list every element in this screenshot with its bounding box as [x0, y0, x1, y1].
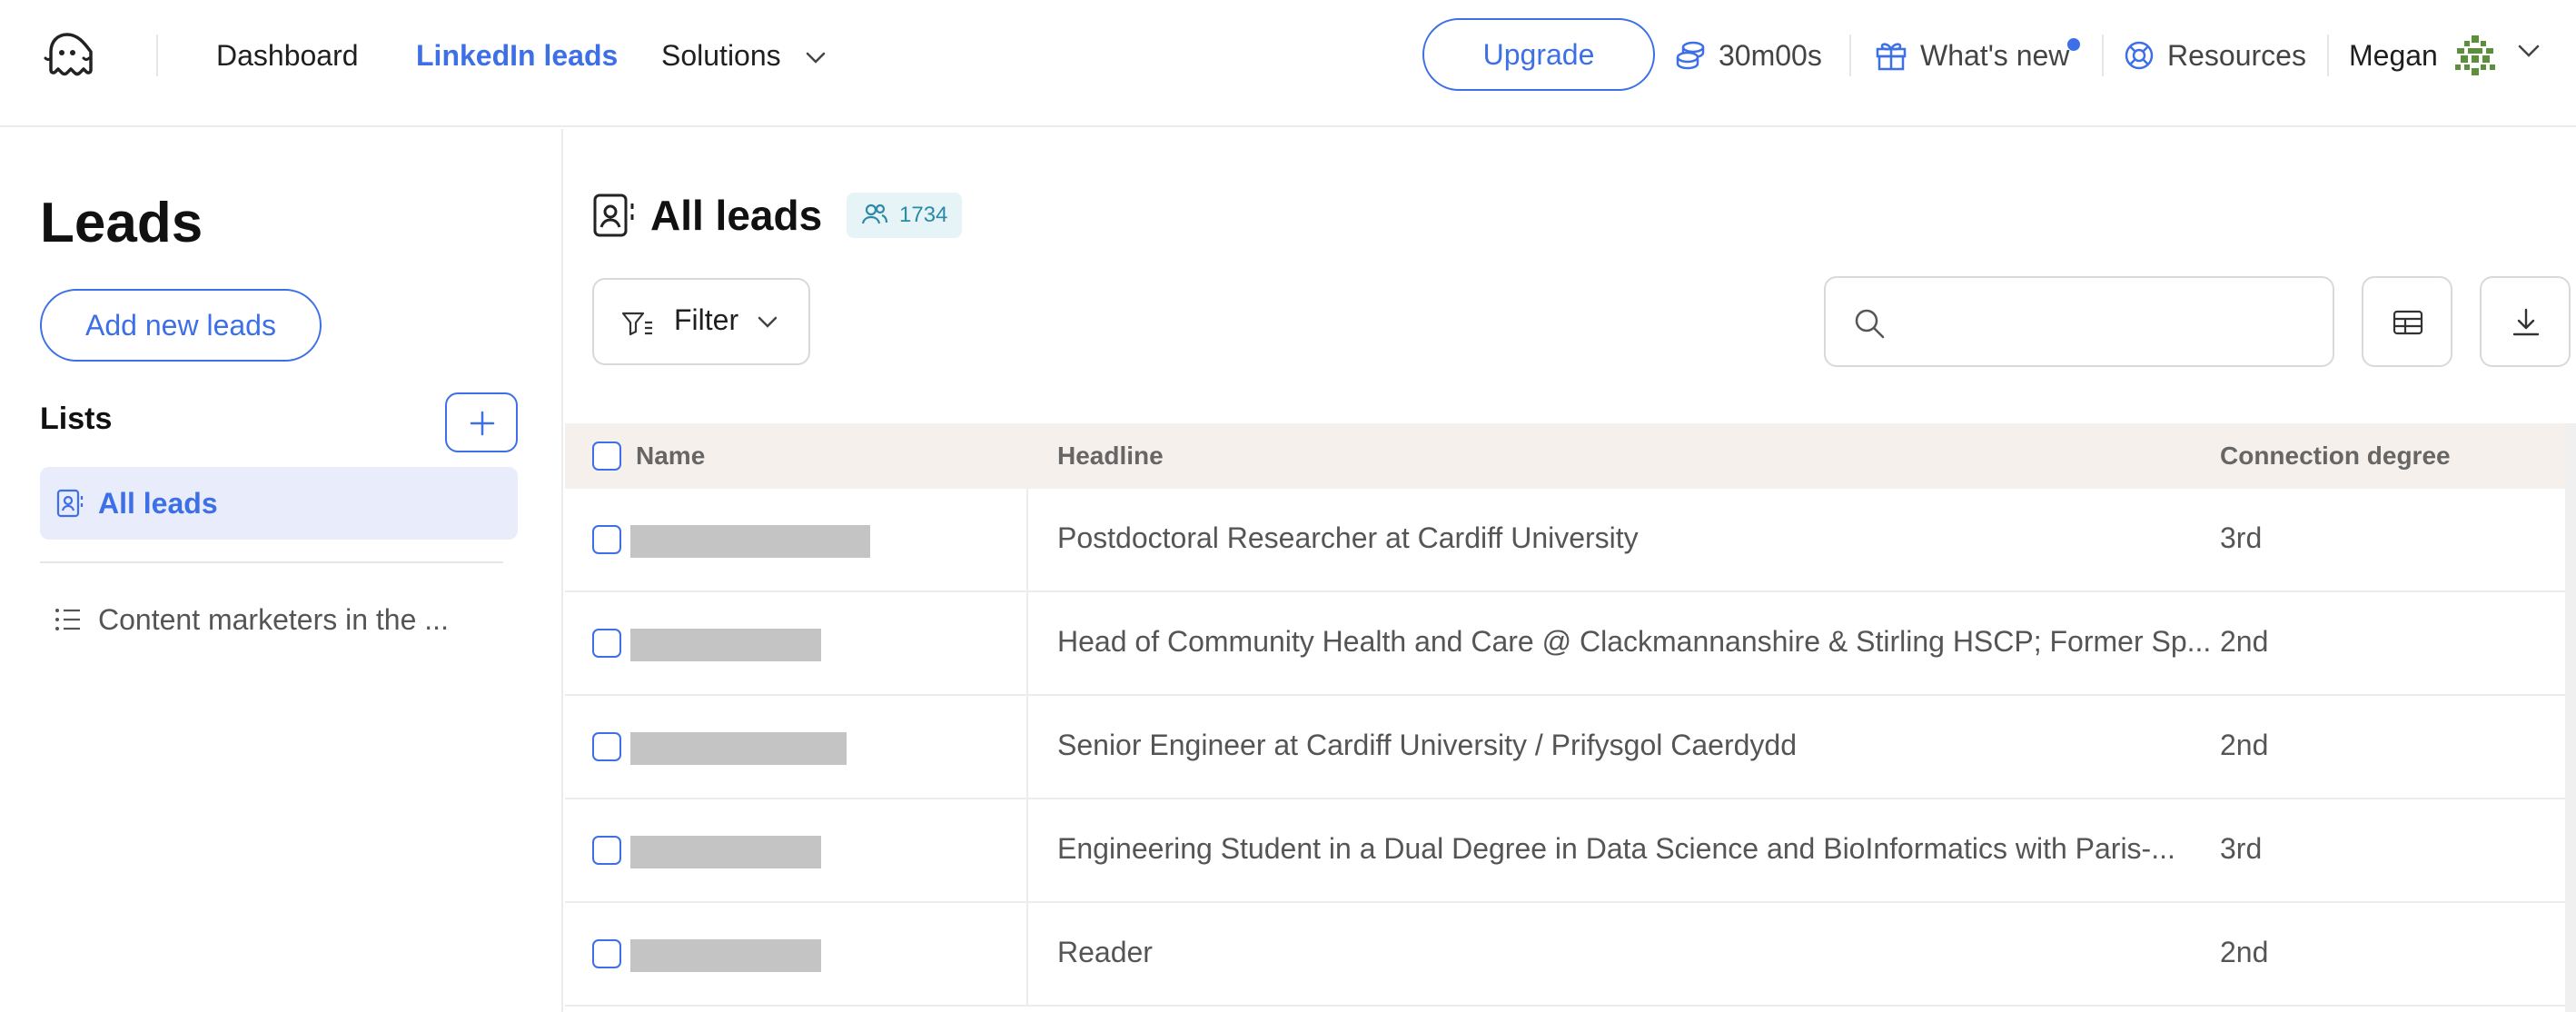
- gift-icon: [1876, 42, 1907, 70]
- sidebar-item-label: Content marketers in the ...: [98, 603, 449, 636]
- avatar[interactable]: [2452, 33, 2498, 78]
- table-icon: [2393, 310, 2423, 335]
- leads-sidebar: Leads Add new leads Lists All leads Cont…: [0, 129, 563, 1012]
- row-checkbox[interactable]: [592, 836, 621, 865]
- connection-degree-cell: 2nd: [2220, 936, 2269, 968]
- table-row[interactable]: Head of Community Health and Care @ Clac…: [565, 592, 2576, 696]
- whats-new-link[interactable]: What's new: [1875, 35, 2069, 76]
- name-cell: [565, 799, 1028, 903]
- redacted-name: [630, 525, 870, 558]
- row-checkbox[interactable]: [592, 629, 621, 658]
- whats-new-label: What's new: [1920, 39, 2070, 72]
- redacted-name: [630, 629, 821, 661]
- row-checkbox[interactable]: [592, 732, 621, 761]
- connection-degree-cell: 2nd: [2220, 625, 2269, 658]
- headline-cell: Postdoctoral Researcher at Cardiff Unive…: [1057, 521, 1639, 554]
- table-row[interactable]: Postdoctoral Researcher at Cardiff Unive…: [565, 489, 2576, 592]
- contact-card-icon: [593, 193, 634, 237]
- coins-icon: [1676, 41, 1705, 69]
- main-content: All leads 1734 Filter Name Headline Conn…: [565, 129, 2576, 1012]
- leads-count: 1734: [899, 203, 948, 227]
- user-menu[interactable]: Megan: [2349, 35, 2438, 76]
- search-input[interactable]: [1898, 296, 2316, 351]
- column-header-connection-degree[interactable]: Connection degree: [2220, 442, 2451, 471]
- add-list-button[interactable]: [445, 392, 518, 452]
- users-icon: [861, 203, 888, 223]
- table-columns-button[interactable]: [2362, 276, 2452, 367]
- connection-degree-cell: 3rd: [2220, 521, 2263, 554]
- divider: [40, 561, 503, 563]
- leads-count-badge: 1734: [847, 193, 963, 238]
- sidebar-title: Leads: [40, 192, 203, 254]
- list-icon: [55, 609, 80, 630]
- add-new-leads-button[interactable]: Add new leads: [40, 289, 322, 362]
- chevron-down-icon[interactable]: [2518, 44, 2540, 58]
- headline-cell: Head of Community Health and Care @ Clac…: [1057, 625, 2212, 658]
- headline-cell: Senior Engineer at Cardiff University / …: [1057, 729, 1797, 761]
- nav-divider: [1849, 35, 1851, 76]
- name-cell: [565, 489, 1028, 592]
- table-scrollbar[interactable]: [2565, 423, 2576, 1012]
- nav-solutions-label: Solutions: [661, 39, 781, 72]
- column-header-name[interactable]: Name: [636, 442, 705, 471]
- redacted-name: [630, 732, 847, 765]
- select-all-checkbox[interactable]: [592, 442, 621, 471]
- redacted-name: [630, 939, 821, 972]
- nav-divider: [156, 35, 158, 76]
- search-icon: [1855, 309, 1885, 339]
- search-field[interactable]: [1824, 276, 2334, 367]
- download-icon: [2512, 308, 2540, 336]
- filter-dropdown[interactable]: Filter: [592, 278, 810, 365]
- lists-heading: Lists: [40, 402, 113, 436]
- name-cell: [565, 696, 1028, 799]
- top-navigation: Dashboard LinkedIn leads Solutions Upgra…: [0, 0, 2576, 127]
- upgrade-button[interactable]: Upgrade: [1422, 18, 1655, 91]
- table-row[interactable]: Senior Engineer at Cardiff University / …: [565, 696, 2576, 799]
- nav-dashboard-link[interactable]: Dashboard: [216, 35, 359, 76]
- sidebar-item-content-marketers[interactable]: Content marketers in the ...: [40, 592, 518, 647]
- plus-icon: [470, 411, 495, 436]
- lifebuoy-icon: [2125, 41, 2154, 69]
- chevron-down-icon: [758, 316, 778, 328]
- headline-cell: Engineering Student in a Dual Degree in …: [1057, 832, 2175, 865]
- sidebar-item-label: All leads: [98, 487, 218, 520]
- filter-label: Filter: [674, 303, 739, 336]
- row-checkbox[interactable]: [592, 939, 621, 968]
- headline-cell: Reader: [1057, 936, 1153, 968]
- table-header: Name Headline Connection degree: [565, 423, 2576, 489]
- notification-dot: [2067, 38, 2080, 51]
- name-cell: [565, 592, 1028, 696]
- chevron-down-icon: [806, 52, 825, 64]
- redacted-name: [630, 836, 821, 868]
- resources-link[interactable]: Resources: [2124, 35, 2306, 76]
- table-row[interactable]: Engineering Student in a Dual Degree in …: [565, 799, 2576, 903]
- nav-linkedin-leads-link[interactable]: LinkedIn leads: [416, 35, 618, 76]
- column-header-headline[interactable]: Headline: [1057, 442, 1164, 471]
- connection-degree-cell: 3rd: [2220, 832, 2263, 865]
- nav-divider: [2102, 35, 2104, 76]
- resources-label: Resources: [2167, 39, 2306, 72]
- filter-icon: [621, 312, 652, 336]
- table-row[interactable]: Reader 2nd: [565, 903, 2576, 1007]
- credits-label: 30m00s: [1719, 39, 1822, 72]
- page-title: All leads: [650, 192, 823, 239]
- connection-degree-cell: 2nd: [2220, 729, 2269, 761]
- nav-solutions-dropdown[interactable]: Solutions: [661, 35, 826, 76]
- nav-divider: [2327, 35, 2329, 76]
- contact-card-icon: [56, 489, 84, 518]
- download-button[interactable]: [2480, 276, 2571, 367]
- user-name: Megan: [2349, 39, 2438, 72]
- ghost-logo-icon[interactable]: [40, 29, 94, 84]
- credits-indicator[interactable]: 30m00s: [1675, 35, 1822, 76]
- name-cell: [565, 903, 1028, 1007]
- sidebar-item-all-leads[interactable]: All leads: [40, 467, 518, 540]
- row-checkbox[interactable]: [592, 525, 621, 554]
